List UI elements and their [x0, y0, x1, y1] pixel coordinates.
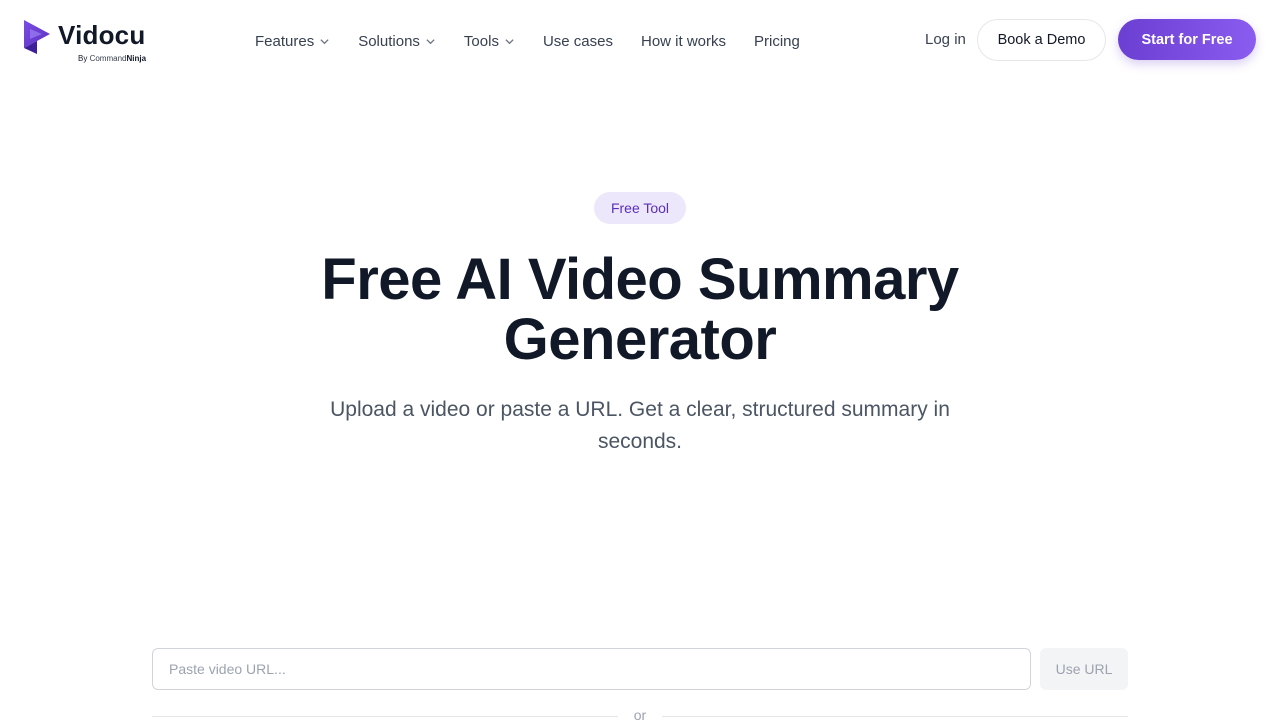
logo-by-prefix: By — [78, 54, 88, 63]
nav-item-label: How it works — [640, 32, 726, 50]
book-demo-button[interactable]: Book a Demo — [977, 19, 1106, 61]
divider-or-text: or — [633, 707, 647, 720]
logo-wordmark: Vidocu — [58, 20, 146, 50]
chevron-down-icon — [320, 38, 329, 44]
nav-item-solutions[interactable]: Solutions — [358, 33, 436, 50]
logo-byline: By CommandNinja — [78, 54, 146, 64]
nav-item-pricing[interactable]: Pricing — [754, 33, 800, 50]
start-for-free-button[interactable]: Start for Free — [1118, 19, 1256, 60]
page-subtitle: Upload a video or paste a URL. Get a cle… — [290, 394, 990, 458]
nav-item-label: Solutions — [358, 32, 420, 50]
page-title: Free AI Video Summary Generator — [240, 250, 1040, 370]
logo-mark-icon — [24, 20, 50, 54]
title-line-1: Free AI Video Summary — [321, 247, 959, 312]
divider-left — [152, 716, 618, 717]
nav-item-how-it-works[interactable]: How it works — [641, 33, 726, 50]
free-tool-badge: Free Tool — [594, 192, 686, 224]
site-header: Vidocu By CommandNinja Features Solution… — [0, 0, 1280, 80]
logo-by-company-part1: Command — [89, 54, 127, 63]
logo[interactable]: Vidocu By CommandNinja — [24, 18, 164, 66]
title-line-2: Generator — [503, 307, 777, 372]
login-link[interactable]: Log in — [925, 31, 966, 48]
nav-item-use-cases[interactable]: Use cases — [543, 33, 613, 50]
divider-right — [662, 716, 1128, 717]
nav-item-features[interactable]: Features — [255, 33, 330, 50]
use-url-button[interactable]: Use URL — [1040, 648, 1128, 690]
subtitle-line-1: Upload a video or paste a URL. Get a cle… — [330, 398, 950, 421]
subtitle-line-2: seconds. — [597, 430, 683, 453]
main-nav: Features Solutions Tools Use cases How i… — [255, 30, 828, 52]
chevron-down-icon — [505, 38, 514, 44]
nav-item-label: Use cases — [542, 32, 613, 50]
nav-item-label: Pricing — [754, 32, 800, 50]
nav-item-label: Tools — [463, 32, 499, 50]
video-url-input[interactable] — [152, 648, 1031, 690]
nav-item-tools[interactable]: Tools — [464, 33, 515, 50]
url-form: Use URL — [152, 648, 1128, 690]
nav-item-label: Features — [255, 32, 315, 50]
chevron-down-icon — [426, 38, 435, 44]
logo-by-company-part2: Ninja — [126, 54, 147, 63]
